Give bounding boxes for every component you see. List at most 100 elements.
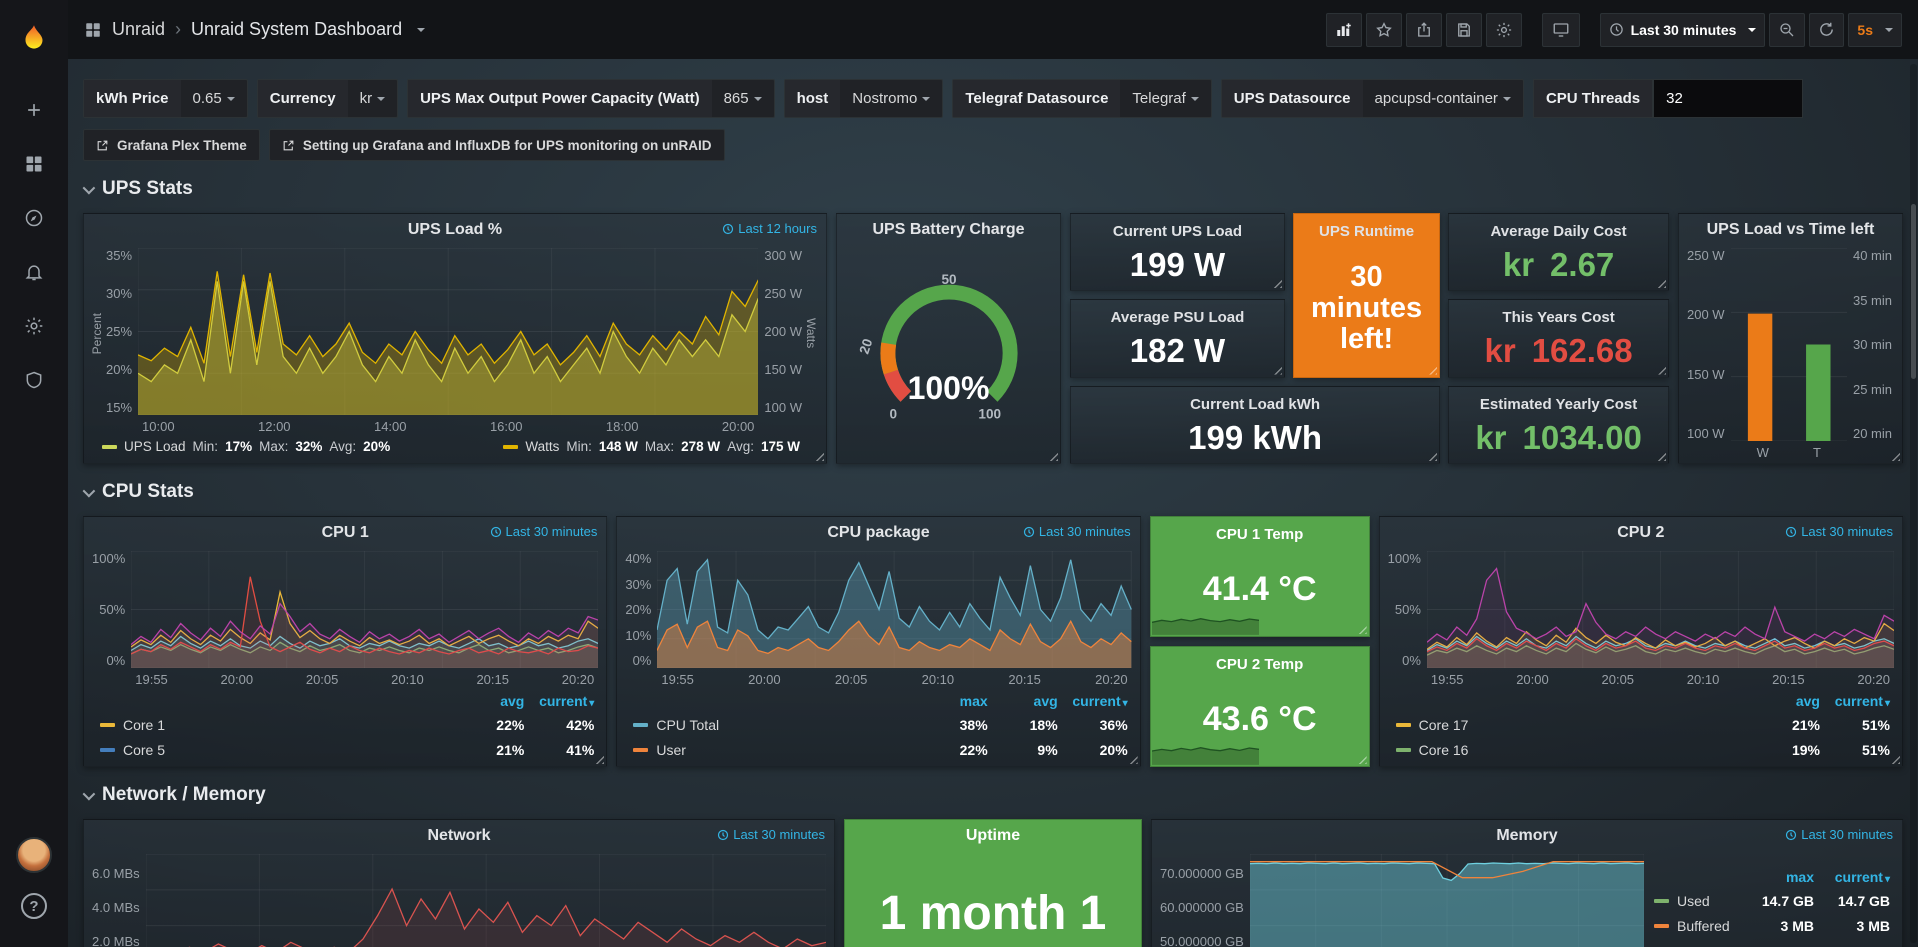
panel-resize-handle[interactable]: [1655, 364, 1666, 375]
apps-grid-icon[interactable]: [84, 21, 102, 39]
panel-title[interactable]: CPU 2: [1617, 524, 1664, 542]
section-ups-stats[interactable]: UPS Stats: [83, 175, 1903, 203]
panel-title[interactable]: Estimated Yearly Cost: [1480, 387, 1637, 413]
link-ups-monitoring-guide[interactable]: Setting up Grafana and InfluxDB for UPS …: [269, 129, 725, 161]
refresh-interval-dropdown[interactable]: 5s: [1848, 13, 1902, 47]
panel-title[interactable]: CPU 2 Temp: [1216, 647, 1303, 673]
axis-tick: 20:00: [1516, 672, 1549, 687]
legend-series-toggle[interactable]: Core 5: [100, 742, 454, 758]
scrollbar-thumb[interactable]: [1911, 204, 1916, 379]
save-button[interactable]: [1446, 13, 1482, 47]
panel-title[interactable]: UPS Load %: [408, 221, 502, 239]
panel-title[interactable]: UPS Battery Charge: [872, 221, 1024, 239]
panel-title[interactable]: Network: [427, 827, 490, 845]
var-cpu-threads: CPU Threads: [1533, 79, 1803, 118]
panel-title[interactable]: CPU package: [827, 524, 929, 542]
legend-series-toggle[interactable]: Core 1: [100, 717, 454, 733]
legend-series-toggle[interactable]: User: [633, 742, 917, 758]
axis-tick: 30 min: [1853, 337, 1892, 352]
y-axis-right: 300 W250 W200 W150 W100 W: [758, 248, 804, 437]
panel-title[interactable]: Current UPS Load: [1113, 214, 1242, 240]
section-network-memory[interactable]: Network / Memory: [83, 781, 1903, 809]
panel-title[interactable]: Average PSU Load: [1111, 300, 1245, 326]
panel-title[interactable]: CPU 1: [322, 524, 369, 542]
y-axis-left: 70.000000 GB60.000000 GB50.000000 GB: [1158, 854, 1250, 947]
var-host[interactable]: hostNostromo: [784, 79, 944, 118]
panel-resize-handle[interactable]: [1655, 450, 1666, 461]
legend-series-toggle[interactable]: Core 16: [1396, 742, 1750, 758]
section-cpu-stats[interactable]: CPU Stats: [83, 478, 1903, 506]
link-grafana-plex-theme[interactable]: Grafana Plex Theme: [83, 129, 260, 161]
memory-chart[interactable]: [1250, 854, 1644, 947]
panel-resize-handle[interactable]: [1271, 364, 1282, 375]
panel-title[interactable]: CPU 1 Temp: [1216, 517, 1303, 543]
grafana-logo-icon[interactable]: [12, 17, 56, 61]
legend-series-toggle[interactable]: WattsMin:148 WMax:278 WAvg:175 W: [503, 439, 800, 454]
panel-title[interactable]: UPS Runtime: [1319, 214, 1414, 240]
cpu1-chart[interactable]: [131, 551, 598, 668]
panel-title[interactable]: UPS Load vs Time left: [1707, 221, 1875, 239]
series-swatch: [503, 445, 518, 449]
add-panel-button[interactable]: [1326, 13, 1362, 47]
axis-tick: 20:05: [306, 672, 339, 687]
panel-title[interactable]: Memory: [1496, 827, 1557, 845]
panel-title[interactable]: Average Daily Cost: [1490, 214, 1626, 240]
panel-resize-handle[interactable]: [1356, 623, 1367, 634]
user-avatar[interactable]: [16, 837, 52, 873]
axis-tick: 40 min: [1853, 248, 1892, 263]
breadcrumb-root[interactable]: Unraid: [112, 19, 165, 40]
cpu-threads-input[interactable]: [1653, 79, 1803, 118]
dashboard-settings-button[interactable]: [1486, 13, 1522, 47]
panel-title[interactable]: Current Load kWh: [1190, 387, 1320, 413]
panel-resize-handle[interactable]: [1356, 753, 1367, 764]
cpu-stats-row: CPU 1 Last 30 minutes 100%50%0% 19:5520:…: [83, 516, 1903, 767]
legend-series-toggle[interactable]: CPU Total: [633, 717, 917, 733]
panel-resize-handle[interactable]: [1426, 450, 1437, 461]
refresh-button[interactable]: [1809, 13, 1844, 47]
server-admin-shield-icon[interactable]: [12, 358, 56, 402]
cycle-view-mode-button[interactable]: [1542, 13, 1580, 47]
stat-average-daily-cost: Average Daily Costkr2.67: [1448, 213, 1669, 291]
var-ups-datasource[interactable]: UPS Datasourceapcupsd-container: [1221, 79, 1524, 118]
var-kwh-price[interactable]: kWh Price0.65: [83, 79, 248, 118]
configuration-gear-icon[interactable]: [12, 304, 56, 348]
clock-icon: [717, 829, 729, 841]
axis-tick: 0%: [1402, 653, 1421, 668]
axis-tick: 60.000000 GB: [1160, 890, 1244, 924]
axis-tick: 150 W: [764, 362, 802, 377]
dashboards-icon[interactable]: [12, 142, 56, 186]
var-telegraf-datasource[interactable]: Telegraf DatasourceTelegraf: [952, 79, 1211, 118]
dashboard-dropdown-caret[interactable]: [417, 28, 425, 32]
memory-legend: maxcurrent Used14.7 GB14.7 GB Buffered3 …: [1644, 854, 1894, 947]
create-icon[interactable]: [12, 88, 56, 132]
legend-series-toggle[interactable]: UPS LoadMin:17%Max:32%Avg:20%: [102, 439, 390, 454]
help-icon[interactable]: ?: [12, 884, 56, 928]
legend-series-toggle[interactable]: Used: [1654, 893, 1738, 909]
var-ups-max-output[interactable]: UPS Max Output Power Capacity (Watt)865: [407, 79, 775, 118]
star-button[interactable]: [1366, 13, 1402, 47]
ups-bars-chart[interactable]: [1731, 248, 1847, 441]
cpu2-legend: avgcurrent Core 1721%51% Core 1619%51%: [1380, 690, 1902, 766]
network-chart[interactable]: [146, 854, 826, 947]
alerting-bell-icon[interactable]: [12, 250, 56, 294]
panel-resize-handle[interactable]: [1655, 277, 1666, 288]
axis-tick: 20:00: [221, 672, 254, 687]
legend-series-toggle[interactable]: Buffered: [1654, 918, 1738, 934]
dashboard-title[interactable]: Unraid System Dashboard: [191, 19, 402, 40]
var-currency[interactable]: Currencykr: [257, 79, 398, 118]
axis-tick: 16:00: [490, 419, 523, 434]
time-range-picker[interactable]: Last 30 minutes: [1600, 13, 1766, 47]
legend-series-toggle[interactable]: Core 17: [1396, 717, 1750, 733]
dashboard-links-row: Grafana Plex Theme Setting up Grafana an…: [83, 129, 1903, 161]
share-button[interactable]: [1406, 13, 1442, 47]
clock-icon: [1785, 526, 1797, 538]
ups-load-chart[interactable]: [138, 248, 758, 415]
panel-resize-handle[interactable]: [1271, 277, 1282, 288]
zoom-out-button[interactable]: [1769, 13, 1805, 47]
explore-icon[interactable]: [12, 196, 56, 240]
grafana-app: ? Unraid › Unraid System Dashboard: [0, 0, 1918, 947]
cpu2-chart[interactable]: [1427, 551, 1894, 668]
cpu-package-chart[interactable]: [657, 551, 1131, 668]
panel-title[interactable]: Uptime: [966, 827, 1020, 845]
panel-title[interactable]: This Years Cost: [1502, 300, 1614, 326]
